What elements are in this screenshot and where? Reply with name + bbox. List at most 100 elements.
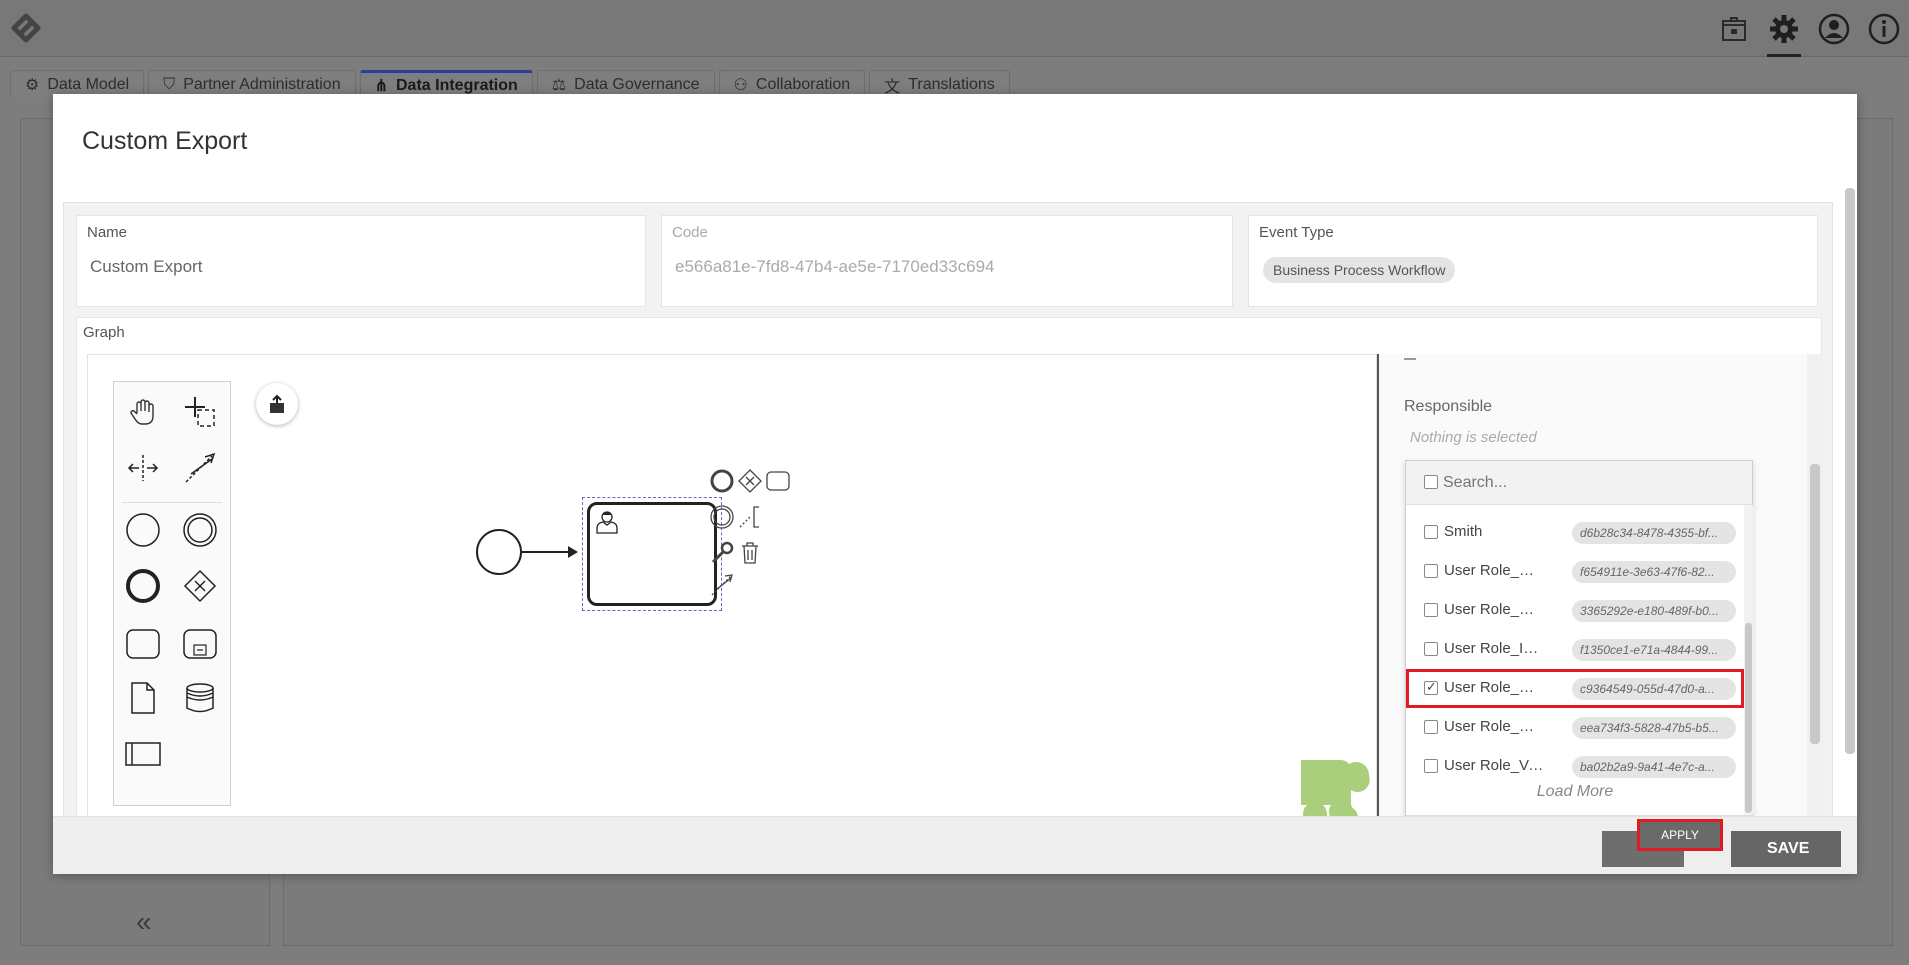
item-name: User Role_Cons...	[1444, 601, 1544, 618]
append-gateway-icon[interactable]	[736, 467, 764, 495]
item-checkbox-checked[interactable]	[1424, 679, 1438, 695]
hand-tool-icon[interactable]	[123, 392, 163, 432]
main-tabs: ⚙ Data Model ⛉ Partner Administration ⋔ Dat…	[10, 70, 1010, 98]
palette-separator	[122, 502, 222, 503]
role-list: Smith d6b28c34-8478-4355-bf... User Role…	[1406, 513, 1744, 786]
gear-icon[interactable]	[1759, 0, 1809, 57]
top-bar	[0, 0, 1909, 57]
responsible-label: Responsible	[1404, 398, 1493, 415]
dropdown-search-bar	[1406, 461, 1752, 505]
item-checkbox[interactable]	[1424, 525, 1438, 539]
select-all-checkbox[interactable]	[1424, 475, 1438, 489]
start-event[interactable]	[476, 529, 522, 575]
append-task-icon[interactable]	[764, 467, 792, 495]
append-intermediate-event-icon[interactable]	[708, 503, 736, 531]
change-type-wrench-icon[interactable]	[708, 539, 736, 567]
search-input[interactable]	[1443, 472, 1733, 494]
custom-export-dialog: Custom Export Name Custom Export Code e5…	[53, 94, 1857, 874]
name-value: Custom Export	[90, 257, 203, 276]
item-checkbox[interactable]	[1424, 603, 1438, 617]
code-label: Code	[672, 224, 708, 241]
list-item[interactable]: User Role_Verifier ba02b2a9-9a41-4e7c-a.…	[1406, 747, 1744, 786]
sequence-flow-arrow	[568, 546, 578, 558]
sequence-flow[interactable]	[522, 551, 574, 553]
item-checkbox[interactable]	[1424, 642, 1438, 656]
item-checkbox[interactable]	[1424, 759, 1438, 773]
task-icon[interactable]	[123, 624, 163, 664]
bpmn-io-logo-icon[interactable]	[1301, 760, 1371, 818]
dialog-body: Name Custom Export Code e566a81e-7fd8-47…	[63, 202, 1833, 818]
data-model-icon: ⚙	[25, 76, 40, 94]
item-code-badge: f654911e-3e63-47f6-82...	[1572, 561, 1736, 583]
event-type-field[interactable]: Event Type Business Process Workflow	[1248, 215, 1818, 307]
code-field: Code e566a81e-7fd8-47b4-ae5e-7170ed33c69…	[661, 215, 1233, 307]
connect-icon[interactable]	[708, 571, 736, 599]
name-field[interactable]: Name Custom Export	[76, 215, 646, 307]
start-event-icon[interactable]	[123, 510, 163, 550]
load-more-link[interactable]: Load More	[1406, 783, 1744, 801]
bpmn-canvas[interactable]	[87, 354, 1377, 818]
list-item[interactable]: User Role_Infor... f1350ce1-e71a-4844-99…	[1406, 630, 1744, 669]
dropdown-scrollbar[interactable]	[1744, 505, 1753, 815]
item-code-badge: eea734f3-5828-47b5-b5...	[1572, 717, 1736, 739]
tab-label: Data Integration	[396, 76, 518, 94]
item-code-badge: d6b28c34-8478-4355-bf...	[1572, 522, 1736, 544]
data-object-icon[interactable]	[123, 678, 163, 718]
user-task[interactable]	[587, 502, 717, 606]
gateway-icon[interactable]	[180, 566, 220, 606]
properties-scrollbar[interactable]	[1807, 354, 1823, 817]
item-checkbox[interactable]	[1424, 564, 1438, 578]
data-store-icon[interactable]	[180, 678, 220, 718]
text-annotation-icon[interactable]	[736, 503, 764, 531]
properties-scroll-thumb[interactable]	[1810, 464, 1820, 744]
list-item[interactable]: Smith d6b28c34-8478-4355-bf...	[1406, 513, 1744, 552]
item-code-badge: ba02b2a9-9a41-4e7c-a...	[1572, 756, 1736, 778]
item-name: Smith	[1444, 523, 1483, 540]
nothing-selected-text[interactable]: Nothing is selected	[1410, 429, 1537, 446]
save-button[interactable]: SAVE	[1731, 831, 1841, 867]
dialog-title: Custom Export	[82, 127, 248, 155]
lasso-tool-icon[interactable]	[180, 392, 220, 432]
governance-icon: ⚖	[551, 76, 567, 94]
user-icon[interactable]	[1809, 0, 1859, 57]
dialog-footer: SAVE	[53, 816, 1857, 874]
collapse-sidebar-icon[interactable]: «	[136, 906, 152, 938]
list-item-selected[interactable]: User Role_Resp... c9364549-055d-47d0-a..…	[1406, 669, 1744, 708]
list-item[interactable]: User Role_Cons... 3365292e-e180-489f-b0.…	[1406, 591, 1744, 630]
item-name: User Role_Verifier	[1444, 757, 1544, 774]
tab-label: Translations	[908, 75, 995, 93]
package-icon[interactable]	[1709, 0, 1759, 57]
export-icon[interactable]	[256, 383, 298, 425]
integration-icon: ⋔	[374, 77, 388, 95]
subprocess-icon[interactable]	[180, 624, 220, 664]
info-icon[interactable]	[1859, 0, 1909, 57]
end-event-icon[interactable]	[123, 566, 163, 606]
list-item[interactable]: User Role_Acco... f654911e-3e63-47f6-82.…	[1406, 552, 1744, 591]
user-task-icon	[596, 511, 618, 534]
global-connect-tool-icon[interactable]	[180, 448, 220, 488]
tab-label: Partner Administration	[183, 75, 341, 93]
event-type-chip[interactable]: Business Process Workflow	[1263, 257, 1456, 283]
panel-cut-row	[1404, 354, 1416, 360]
list-item[interactable]: User Role_Sign... eea734f3-5828-47b5-b5.…	[1406, 708, 1744, 747]
participant-pool-icon[interactable]	[123, 734, 163, 774]
item-checkbox[interactable]	[1424, 720, 1438, 734]
properties-panel: Responsible Nothing is selected Smith d6…	[1377, 354, 1807, 817]
collaboration-icon: ⚇	[733, 76, 748, 94]
delete-trash-icon[interactable]	[736, 539, 764, 567]
space-tool-icon[interactable]	[123, 448, 163, 488]
event-type-label: Event Type	[1259, 224, 1334, 241]
graph-label: Graph	[83, 324, 125, 341]
item-name: User Role_Acco...	[1444, 562, 1544, 579]
app-logo-icon[interactable]	[6, 8, 46, 48]
dropdown-scroll-thumb[interactable]	[1745, 623, 1752, 813]
intermediate-event-icon[interactable]	[180, 510, 220, 550]
item-code-badge: c9364549-055d-47d0-a...	[1572, 678, 1736, 700]
append-end-event-icon[interactable]	[708, 467, 736, 495]
item-code-badge: f1350ce1-e71a-4844-99...	[1572, 639, 1736, 661]
graph-section: Graph Responsible Nothing is selected Se…	[76, 317, 1823, 818]
item-name: User Role_Sign...	[1444, 718, 1544, 735]
dialog-scrollbar[interactable]	[1845, 188, 1855, 754]
apply-button[interactable]: APPLY	[1637, 819, 1723, 851]
shield-icon: ⛉	[163, 75, 176, 93]
